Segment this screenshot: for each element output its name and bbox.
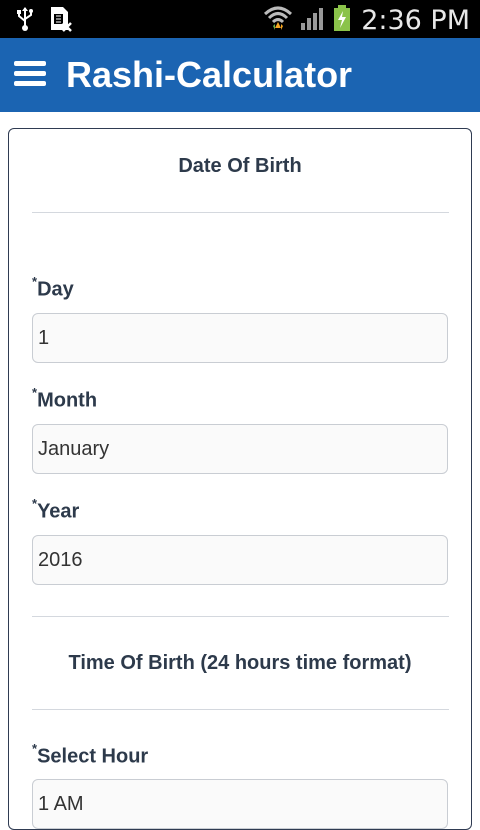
signal-icon <box>299 5 327 36</box>
day-label: *Day <box>32 274 74 302</box>
hour-label: *Select Hour <box>32 741 149 769</box>
divider <box>32 212 449 213</box>
menu-button[interactable] <box>0 38 60 112</box>
year-label-text: Year <box>37 500 80 523</box>
hour-value: 1 AM <box>38 793 84 815</box>
day-select[interactable]: 1 <box>32 313 448 363</box>
birth-details-card: Date Of Birth *Day 1 *Month January *Yea… <box>8 128 472 830</box>
required-mark: * <box>32 496 38 511</box>
hamburger-menu-icon <box>12 58 48 93</box>
date-of-birth-heading: Date Of Birth <box>178 155 302 177</box>
sim-icon <box>48 6 72 37</box>
wifi-icon <box>263 4 293 37</box>
hour-select[interactable]: 1 AM <box>32 779 448 829</box>
app-bar: Rashi-Calculator <box>0 38 480 112</box>
year-value: 2016 <box>38 549 83 571</box>
divider <box>32 616 449 617</box>
month-select[interactable]: January <box>32 424 448 474</box>
day-label-text: Day <box>37 278 74 301</box>
required-mark: * <box>32 385 38 400</box>
usb-icon <box>14 6 36 37</box>
year-select[interactable]: 2016 <box>32 535 448 585</box>
time-of-birth-heading: Time Of Birth (24 hours time format) <box>68 652 412 674</box>
divider <box>32 709 449 710</box>
year-label: *Year <box>32 496 80 524</box>
battery-charging-icon <box>333 4 351 37</box>
required-mark: * <box>32 274 38 289</box>
month-value: January <box>38 438 110 460</box>
month-label: *Month <box>32 385 98 413</box>
app-title: Rashi-Calculator <box>66 54 353 95</box>
hour-label-text: Select Hour <box>37 745 149 768</box>
status-bar: 2:36 PM <box>0 0 480 38</box>
day-value: 1 <box>38 327 50 349</box>
month-label-text: Month <box>37 389 98 412</box>
status-time: 2:36 PM <box>361 5 470 36</box>
required-mark: * <box>32 741 38 756</box>
